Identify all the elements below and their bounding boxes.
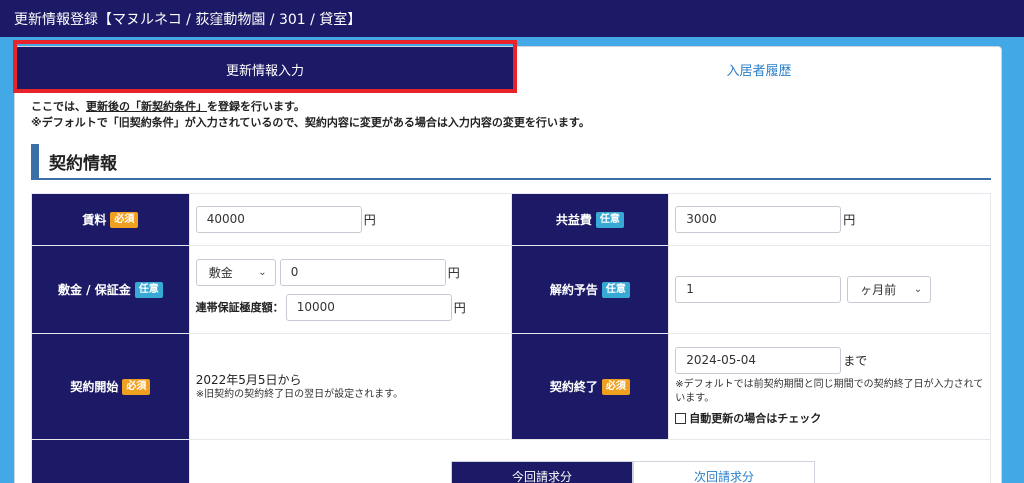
optional-badge: 任意 <box>134 282 163 299</box>
contract-end-note: ※デフォルトでは前契約期間と同じ期間での契約終了日が入力されています。 <box>675 379 984 404</box>
required-badge: 必須 <box>122 379 151 396</box>
instruction-line-1: ここでは、更新後の「新契約条件」を登録を行います。 <box>31 100 305 113</box>
required-badge: 必須 <box>110 212 139 229</box>
instruction-line-2: ※デフォルトで「旧契約条件」が入力されているので、契約内容に変更がある場合は入力… <box>31 116 590 129</box>
tab-bar: 更新情報入力 入居者履歴 <box>15 47 1001 91</box>
deposit-type-select[interactable]: 敷金 ⌄ <box>195 258 276 286</box>
cancel-notice-unit-select[interactable]: ヶ月前 ⌄ <box>847 276 932 303</box>
cancel-notice-input[interactable]: 1 <box>675 276 842 303</box>
auto-renew-label: 自動更新の場合はチェック <box>689 412 822 425</box>
cell-cancel-notice: 1 ヶ月前 ⌄ <box>668 245 991 334</box>
cell-common-fee: 3000 円 <box>668 193 991 246</box>
required-badge: 必須 <box>601 379 630 396</box>
optional-badge: 任意 <box>595 212 624 229</box>
auto-renew-checkbox[interactable] <box>675 412 687 424</box>
label-cancel-notice: 解約予告 任意 <box>510 245 670 334</box>
chevron-down-icon: ⌄ <box>258 266 267 278</box>
label-contract-end: 契約終了 必須 <box>510 333 670 440</box>
billing-tab-bar: 今回請求分 次回請求分 <box>451 461 815 483</box>
contract-start-note: ※旧契約の契約終了日の翌日が設定されます。 <box>195 389 404 400</box>
contract-end-row: 2024-05-04 まで <box>675 347 984 374</box>
guarantee-limit-input[interactable]: 10000 <box>285 293 452 321</box>
tab-update-input[interactable]: 更新情報入力 <box>15 47 515 91</box>
contract-end-date-input[interactable]: 2024-05-04 <box>675 347 842 374</box>
optional-badge: 任意 <box>601 282 630 299</box>
label-rent: 賃料 必須 <box>31 193 190 246</box>
contract-form-table: 賃料 必須 40000 円 共益費 任意 3000 円 敷金 / 保証金 任意 敷金 ⌄ 0… <box>31 193 992 483</box>
cell-rent: 40000 円 <box>188 193 512 246</box>
cell-contract-end: 2024-05-04 まで ※デフォルトでは前契約期間と同じ期間での契約終了日が入… <box>668 333 991 440</box>
guarantee-label: 連帯保証極度額： <box>195 301 284 314</box>
window-title: 更新情報登録【マヌルネコ / 荻窪動物園 / 301 / 貸室】 <box>0 0 1024 37</box>
deposit-input[interactable]: 0 <box>279 258 446 286</box>
main-panel: 更新情報入力 入居者履歴 ここでは、更新後の「新契約条件」を登録を行います。 ※… <box>14 46 1002 483</box>
deposit-row: 敷金 ⌄ 0円 <box>195 258 505 286</box>
section-title-contract: 契約情報 <box>31 144 991 180</box>
tab-current-billing[interactable]: 今回請求分 <box>451 461 633 483</box>
auto-renew-row: 自動更新の場合はチェック <box>675 410 984 426</box>
tab-next-billing[interactable]: 次回請求分 <box>633 461 815 483</box>
instructions: ここでは、更新後の「新契約条件」を登録を行います。 ※デフォルトで「旧契約条件」… <box>31 99 590 131</box>
label-common-fee: 共益費 任意 <box>510 193 670 246</box>
chevron-down-icon: ⌄ <box>913 284 923 295</box>
contract-start-value: 2022年5月5日から <box>195 373 302 387</box>
guarantee-row: 連帯保証極度額： 10000 円 <box>195 293 505 321</box>
label-contract-start: 契約開始 必須 <box>31 333 190 440</box>
cell-deposit: 敷金 ⌄ 0円 連帯保証極度額： 10000 円 <box>188 245 512 334</box>
cell-contract-start: 2022年5月5日から ※旧契約の契約終了日の翌日が設定されます。 <box>188 333 512 440</box>
tab-tenant-history[interactable]: 入居者履歴 <box>515 47 1001 91</box>
rent-input[interactable]: 40000 <box>195 206 362 233</box>
common-fee-input[interactable]: 3000 <box>675 206 842 233</box>
label-billing <box>31 439 190 483</box>
label-deposit: 敷金 / 保証金 任意 <box>31 245 190 334</box>
